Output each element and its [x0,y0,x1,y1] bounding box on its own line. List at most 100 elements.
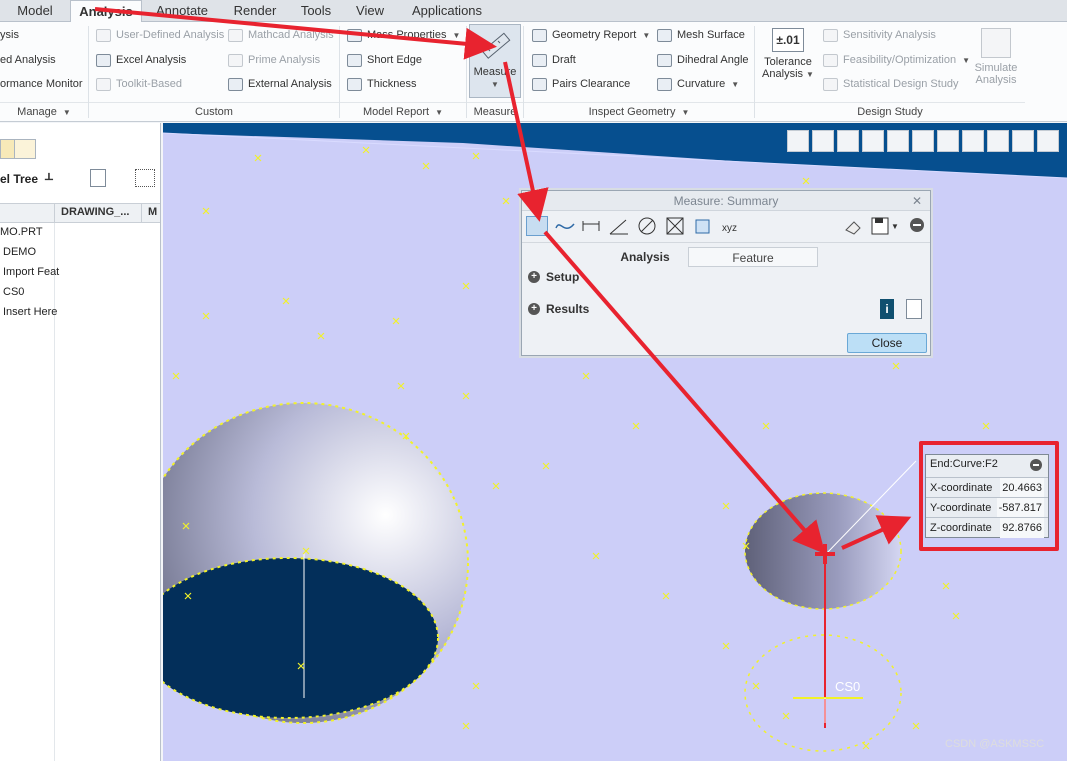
toolkit-based-button[interactable]: Toolkit-Based [96,75,182,93]
svg-text:xyz: xyz [722,223,737,234]
tab-render[interactable]: Render [222,0,288,22]
feasibility-optimization-button[interactable]: Feasibility/Optimization ▼ [823,51,970,69]
close-button[interactable]: Close [847,333,927,353]
tolerance-analysis-button[interactable]: ±.01 Tolerance Analysis ▼ [760,26,816,98]
perspective-icon[interactable] [962,130,984,152]
zoom-out-icon[interactable] [837,130,859,152]
pairs-clearance-icon [532,77,547,91]
transform-icon[interactable]: xyz [720,216,742,236]
save-icon[interactable]: ▼ [870,216,900,236]
report-icon[interactable] [906,299,922,319]
svg-text:▼: ▼ [891,222,899,231]
info-icon[interactable]: i [880,299,894,319]
curvature-button[interactable]: Curvature ▼ [657,75,739,93]
diameter-icon[interactable] [636,216,658,236]
user-defined-analysis-icon [96,28,111,42]
external-analysis-button[interactable]: External Analysis [228,75,332,93]
toolkit-based-icon [96,77,111,91]
saved-orientations-icon[interactable] [912,130,934,152]
short-edge-icon [347,53,362,67]
mesh-surface-icon [657,28,672,42]
point-info-title: End:Curve:F2 [930,458,998,470]
column-drawing[interactable]: DRAWING_... [61,206,129,218]
user-defined-analysis-button[interactable]: User-Defined Analysis [96,26,224,44]
minimize-icon[interactable] [1030,459,1042,471]
mass-properties-button[interactable]: Mass Properties ▼ [347,26,460,44]
tree-item[interactable]: Insert Here [3,302,57,322]
repaint-icon[interactable] [862,130,884,152]
y-coordinate-row: Y-coordinate -587.817 [926,497,1048,518]
length-measure-icon[interactable] [526,216,548,236]
dihedral-angle-icon [657,53,672,67]
refit-icon[interactable] [787,130,809,152]
group-label-inspect-geometry[interactable]: Inspect Geometry ▼ [524,102,754,120]
tree-column-header: DRAWING_... M [0,203,160,223]
draft-button[interactable]: Draft [532,51,576,69]
radius-icon[interactable] [608,216,630,236]
simulate-analysis-button[interactable]: Simulate Analysis [968,26,1024,98]
close-icon[interactable]: ✕ [912,191,922,211]
tree-item[interactable]: MO.PRT [0,222,43,242]
tree-item[interactable]: Import Feat [3,262,59,282]
tab-tools[interactable]: Tools [288,0,344,22]
zoom-in-icon[interactable] [812,130,834,152]
statistical-design-study-button[interactable]: Statistical Design Study [823,75,959,93]
watermark: CSDN @ASKMSSC [945,738,1045,750]
manage-item-2[interactable]: ed Analysis [0,51,56,69]
datum-display-icon[interactable] [987,130,1009,152]
measure-toolbar: xyz ▼ [522,213,930,239]
tab-feature-dialog[interactable]: Feature [688,247,818,267]
group-label-measure: Measure [467,102,523,120]
results-section[interactable]: + Results [528,301,589,317]
model-tree-panel: el Tree ᚆ DRAWING_... M MO.PRT DEMO Impo… [0,123,161,761]
tab-analysis[interactable]: Analysis [70,0,142,23]
thickness-icon [347,77,362,91]
tree-settings-icon[interactable]: ᚆ [45,169,53,189]
spin-center-icon[interactable] [1037,130,1059,152]
manage-item-1[interactable]: ysis [0,26,19,44]
tab-annotate[interactable]: Annotate [142,0,222,22]
annotation-display-icon[interactable] [1012,130,1034,152]
show-icon[interactable] [135,169,155,187]
tolerance-icon: ±.01 [772,28,804,52]
volume-icon[interactable] [692,216,714,236]
ruler-icon [481,32,511,59]
feasibility-optimization-icon [823,53,838,67]
tree-item[interactable]: CS0 [3,282,24,302]
model-tree-label[interactable]: el Tree [0,169,38,189]
setup-section[interactable]: + Setup [528,269,579,285]
collapse-icon[interactable] [908,216,930,236]
short-edge-button[interactable]: Short Edge [347,51,422,69]
dihedral-angle-button[interactable]: Dihedral Angle [657,51,749,69]
area-icon[interactable] [664,216,686,236]
layer-icon[interactable] [14,139,36,159]
eraser-icon[interactable] [842,216,864,236]
tree-filter-icon[interactable] [90,169,106,187]
tab-view[interactable]: View [344,0,396,22]
pairs-clearance-button[interactable]: Pairs Clearance [532,75,630,93]
angle-icon[interactable] [580,216,602,236]
excel-analysis-button[interactable]: Excel Analysis [96,51,186,69]
group-label-manage[interactable]: Manage ▼ [0,102,88,120]
distance-icon[interactable] [554,216,576,236]
mesh-surface-button[interactable]: Mesh Surface [657,26,745,44]
column-m[interactable]: M [148,206,157,218]
x-coordinate-row: X-coordinate 20.4663 [926,477,1048,498]
display-style-icon[interactable] [887,130,909,152]
view-manager-icon[interactable] [937,130,959,152]
group-label-model-report[interactable]: Model Report ▼ [340,102,466,120]
measure-button[interactable]: Measure ▼ [469,24,521,98]
geometry-report-button[interactable]: Geometry Report ▼ [532,26,650,44]
expand-icon: + [528,303,540,315]
thickness-button[interactable]: Thickness [347,75,417,93]
geometry-report-icon [532,28,547,42]
measure-dialog: Measure: Summary ✕ xyz ▼ Analysis Featur… [521,190,931,356]
view-toolbar [787,130,1059,156]
sensitivity-analysis-button[interactable]: Sensitivity Analysis [823,26,936,44]
manage-item-3[interactable]: ormance Monitor [0,75,83,93]
tab-model[interactable]: Model [0,0,70,22]
tab-applications[interactable]: Applications [396,0,498,22]
tree-item[interactable]: DEMO [3,242,36,262]
mathcad-analysis-button[interactable]: Mathcad Analysis [228,26,334,44]
prime-analysis-button[interactable]: Prime Analysis [228,51,320,69]
